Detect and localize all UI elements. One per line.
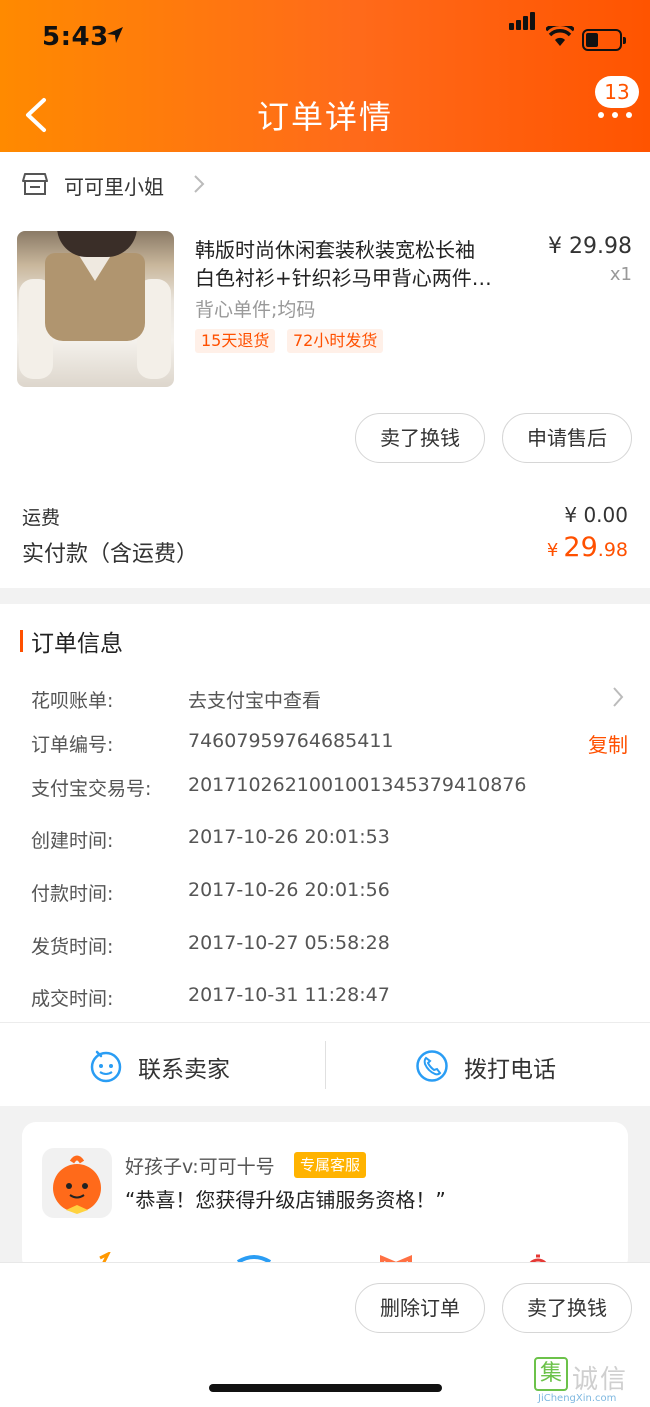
- chevron-right-icon[interactable]: [611, 686, 625, 708]
- watermark: 集 诚信 JiChengXin.com: [534, 1357, 648, 1404]
- call-phone-button[interactable]: 拨打电话: [325, 1023, 650, 1107]
- order-info-title: 订单信息: [31, 631, 123, 657]
- more-options-button[interactable]: [590, 104, 640, 124]
- order-number-label: 订单编号:: [31, 734, 114, 756]
- shop-row[interactable]: 可可里小姐: [0, 152, 650, 216]
- shipped-time-label: 发货时间:: [31, 936, 114, 958]
- product-spec: 背心单件;均码: [195, 299, 316, 321]
- service-card[interactable]: 好孩子v:可可十号 专属客服 “恭喜！您获得升级店铺服务资格！”: [22, 1122, 628, 1272]
- sell-item-button[interactable]: 卖了换钱: [355, 413, 485, 463]
- watermark-url: JiChengXin.com: [538, 1393, 617, 1404]
- after-sale-button[interactable]: 申请售后: [502, 413, 632, 463]
- product-image[interactable]: [17, 231, 174, 387]
- contact-bar: 联系卖家 拨打电话: [0, 1022, 650, 1106]
- contact-seller-button[interactable]: 联系卖家: [0, 1023, 325, 1107]
- contact-seller-label: 联系卖家: [138, 1057, 230, 1083]
- alipay-trade-value: 2017102621001001345379410876: [188, 774, 527, 796]
- order-number-value: 74607959764685411: [188, 730, 394, 752]
- return-policy-tag: 15天退货: [195, 329, 276, 353]
- paid-time-label: 付款时间:: [31, 883, 114, 905]
- completed-time-label: 成交时间:: [31, 988, 114, 1010]
- paid-currency: ¥: [546, 540, 559, 561]
- alipay-trade-label: 支付宝交易号:: [31, 778, 152, 800]
- page-title: 订单详情: [256, 98, 393, 136]
- wifi-icon: [546, 26, 574, 46]
- service-message: “恭喜！您获得升级店铺服务资格！”: [125, 1188, 446, 1212]
- order-info-section: 订单信息 花呗账单: 去支付宝中查看 订单编号: 746079597646854…: [0, 604, 650, 1022]
- location-arrow-icon: [107, 27, 123, 43]
- shipped-time-value: 2017-10-27 05:58:28: [188, 932, 390, 954]
- shop-name: 可可里小姐: [64, 175, 164, 199]
- product-quantity: x1: [609, 264, 632, 285]
- delete-order-button[interactable]: 删除订单: [355, 1283, 485, 1333]
- bottom-action-bar: 删除订单 卖了换钱 集 诚信 JiChengXin.com: [0, 1262, 650, 1407]
- exclusive-service-badge: 专属客服: [294, 1152, 367, 1178]
- home-indicator[interactable]: [209, 1384, 442, 1392]
- service-agent-name: 好孩子v:可可十号: [125, 1156, 275, 1178]
- phone-icon: [416, 1050, 448, 1082]
- battery-icon: [582, 29, 626, 51]
- created-time-value: 2017-10-26 20:01:53: [188, 826, 390, 848]
- watermark-logo: 集: [534, 1357, 568, 1391]
- copy-order-number-button[interactable]: 复制: [588, 729, 628, 758]
- watermark-text: 诚信: [572, 1365, 629, 1395]
- call-phone-label: 拨打电话: [464, 1057, 556, 1083]
- product-price: ¥ 29.98: [548, 234, 632, 259]
- header: 5:43 订单详情 13: [0, 0, 650, 152]
- sell-for-cash-button[interactable]: 卖了换钱: [502, 1283, 632, 1333]
- product-title-line-2[interactable]: 白色衬衫+针织衫马甲背心两件…: [195, 262, 492, 291]
- shipping-policy-tag: 72小时发货: [287, 329, 384, 353]
- chevron-right-icon: [194, 175, 205, 193]
- chat-icon: [90, 1050, 122, 1083]
- huabei-link[interactable]: 去支付宝中查看: [188, 686, 321, 713]
- paid-label: 实付款（含运费）: [22, 542, 199, 567]
- order-card: 可可里小姐 韩版时尚休闲套装秋装宽松长袖 白色衬衫+针织衫马甲背心两件… 背心单…: [0, 152, 650, 588]
- shipping-value: ¥ 0.00: [564, 503, 628, 527]
- shop-icon: [22, 173, 48, 195]
- paid-integer: 29: [563, 532, 598, 563]
- completed-time-value: 2017-10-31 11:28:47: [188, 984, 390, 1006]
- paid-time-value: 2017-10-26 20:01:56: [188, 879, 390, 901]
- product-title-line-1[interactable]: 韩版时尚休闲套装秋装宽松长袖: [195, 234, 475, 263]
- paid-decimal: .98: [597, 539, 628, 561]
- shipping-label: 运费: [22, 507, 61, 529]
- section-accent-bar: [20, 630, 23, 652]
- paid-amount: ¥ 29.98: [547, 532, 628, 563]
- service-avatar: [42, 1148, 112, 1218]
- created-time-label: 创建时间:: [31, 830, 114, 852]
- status-time: 5:43: [42, 22, 109, 52]
- huabei-label: 花呗账单:: [31, 690, 114, 712]
